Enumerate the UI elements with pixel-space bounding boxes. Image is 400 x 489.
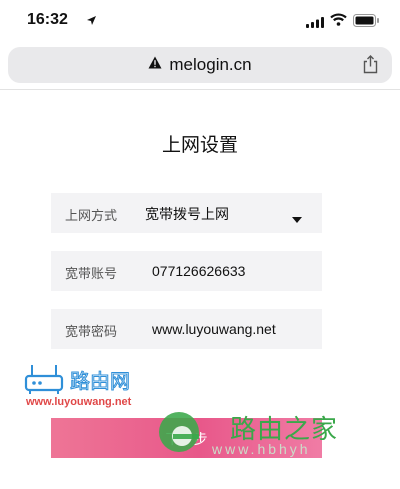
connection-mode-label: 上网方式	[65, 208, 118, 223]
share-icon[interactable]	[363, 55, 378, 79]
warning-icon	[148, 56, 162, 74]
battery-icon	[353, 14, 380, 32]
account-field: 宽带账号	[51, 251, 322, 291]
luyouwang-watermark-url: www.luyouwang.net	[26, 396, 132, 408]
url-text: melogin.cn	[169, 55, 252, 74]
status-bar: 16:32	[0, 0, 400, 40]
account-input[interactable]	[152, 260, 312, 282]
password-field: 宽带密码	[51, 309, 322, 349]
wifi-icon	[330, 13, 347, 31]
password-input[interactable]	[152, 318, 312, 340]
account-label: 宽带账号	[65, 266, 118, 281]
svg-text:路由网: 路由网	[70, 370, 130, 393]
connection-mode-value: 宽带拨号上网	[145, 206, 229, 222]
header-divider	[0, 89, 400, 90]
connection-mode-select[interactable]: 上网方式 宽带拨号上网	[51, 193, 322, 233]
luyouzhijia-watermark-url: www.hbhyh	[212, 441, 311, 457]
location-arrow-icon	[86, 13, 97, 31]
chevron-down-icon	[292, 210, 302, 228]
signal-icon	[306, 15, 324, 33]
page-title: 上网设置	[161, 135, 238, 156]
luyouzhijia-watermark-logo	[155, 408, 215, 463]
status-time: 16:32	[27, 11, 68, 28]
address-bar[interactable]: melogin.cn	[8, 47, 392, 83]
password-label: 宽带密码	[65, 324, 118, 339]
